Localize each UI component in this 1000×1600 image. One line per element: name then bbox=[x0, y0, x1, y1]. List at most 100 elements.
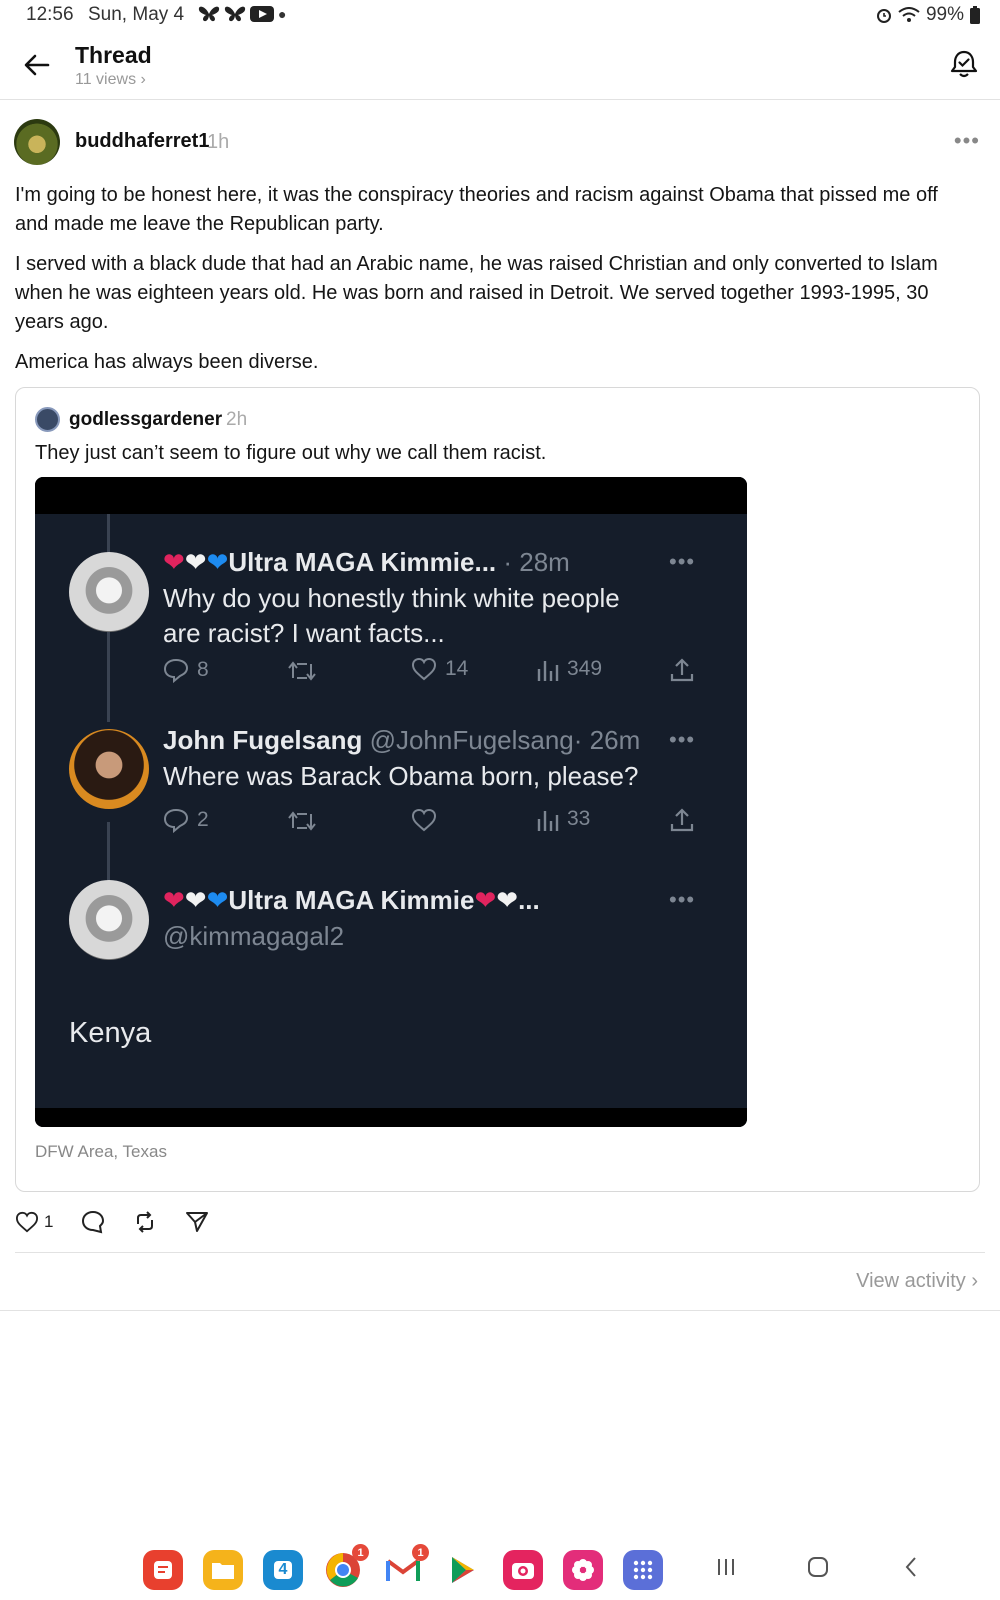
retweet-icon bbox=[288, 811, 316, 831]
reply-count: 2 bbox=[197, 808, 209, 831]
red-heart-icon: ❤ bbox=[474, 885, 497, 915]
more-notifications-dot-icon: ● bbox=[278, 6, 287, 22]
flower-icon bbox=[572, 1559, 594, 1581]
chevron-right-icon: › bbox=[140, 71, 146, 88]
comment-icon bbox=[82, 1210, 105, 1234]
status-time: 12:56 bbox=[26, 4, 74, 25]
notes-icon bbox=[154, 1561, 172, 1579]
chevron-right-icon: › bbox=[971, 1270, 978, 1292]
share-icon bbox=[670, 808, 694, 832]
post-paragraph: I served with a black dude that had an A… bbox=[15, 253, 938, 333]
like-count: 14 bbox=[445, 657, 469, 680]
view-count: 349 bbox=[567, 657, 603, 680]
tweet-header: ❤❤❤Ultra MAGA Kimmie❤❤... bbox=[163, 885, 540, 916]
quote-time: 2h bbox=[226, 409, 248, 430]
red-heart-icon: ❤ bbox=[163, 547, 185, 577]
app-icon-calendar[interactable]: 4 bbox=[263, 1550, 303, 1590]
tweet-views: 349 bbox=[537, 657, 602, 681]
repost-button[interactable] bbox=[133, 1210, 157, 1234]
back-arrow-icon[interactable] bbox=[22, 50, 52, 80]
app-icon-camera[interactable] bbox=[503, 1550, 543, 1590]
app-icon-chrome[interactable]: 1 bbox=[323, 1544, 369, 1590]
views-bar-icon bbox=[537, 811, 559, 831]
white-heart-icon: ❤ bbox=[496, 885, 519, 915]
tweet-more-icon: ••• bbox=[669, 887, 696, 912]
post-username[interactable]: buddhaferret1 bbox=[75, 130, 209, 153]
notification-badge: 1 bbox=[352, 1544, 369, 1561]
android-nav-bar: 4 1 1 bbox=[0, 1544, 1000, 1595]
avatar[interactable] bbox=[14, 119, 60, 165]
white-heart-icon: ❤ bbox=[184, 885, 207, 915]
status-date: Sun, May 4 bbox=[88, 4, 185, 25]
app-drawer-button[interactable] bbox=[623, 1550, 663, 1590]
status-right: 99% bbox=[876, 4, 980, 26]
reply-count: 8 bbox=[197, 658, 209, 681]
tweet-views: 33 bbox=[537, 807, 590, 831]
tweet-time: · 26m bbox=[573, 725, 641, 755]
notification-bell-icon[interactable] bbox=[948, 48, 980, 80]
share-button[interactable] bbox=[185, 1210, 209, 1234]
tweet-handle: @JohnFugelsang bbox=[369, 725, 574, 755]
views-link[interactable]: 11 views › bbox=[75, 71, 146, 89]
gmail-icon bbox=[386, 1559, 420, 1581]
thread-line bbox=[107, 632, 110, 722]
tweet-text: are racist? I want facts... bbox=[163, 618, 445, 648]
back-icon[interactable] bbox=[900, 1555, 924, 1579]
view-activity-label: View activity bbox=[856, 1270, 966, 1292]
blue-heart-icon: ❤ bbox=[206, 885, 229, 915]
youtube-icon bbox=[250, 6, 274, 22]
quote-text: They just can’t seem to figure out why w… bbox=[35, 442, 547, 464]
image-top-band bbox=[35, 477, 747, 514]
app-icon-notes[interactable] bbox=[143, 1550, 183, 1590]
tweet-text: Why do you honestly think white people bbox=[163, 583, 620, 613]
thread-line bbox=[107, 822, 110, 882]
alarm-icon bbox=[876, 9, 891, 23]
notification-badge: 1 bbox=[412, 1544, 429, 1561]
view-count: 33 bbox=[567, 807, 591, 830]
divider bbox=[15, 1252, 985, 1253]
thread-line bbox=[107, 514, 110, 554]
send-icon bbox=[186, 1212, 209, 1232]
post-paragraph: America has always been diverse. bbox=[15, 351, 319, 373]
play-store-icon bbox=[452, 1557, 474, 1583]
app-icon-play-store[interactable] bbox=[443, 1550, 483, 1590]
tweet-avatar bbox=[69, 880, 149, 960]
embedded-screenshot-image[interactable]: ❤❤❤Ultra MAGA Kimmie... · 28m ••• Why do… bbox=[35, 477, 747, 1127]
tweet-handle: @kimmagagal2 bbox=[163, 921, 345, 951]
quote-location: DFW Area, Texas bbox=[35, 1142, 167, 1161]
views-count: 11 views bbox=[75, 71, 137, 88]
home-icon[interactable] bbox=[806, 1555, 830, 1579]
battery-icon bbox=[970, 6, 980, 24]
post-actions: 1 bbox=[15, 1210, 237, 1234]
white-heart-icon: ❤ bbox=[184, 547, 207, 577]
blue-heart-icon: ❤ bbox=[206, 547, 229, 577]
more-options-icon[interactable]: ••• bbox=[954, 128, 980, 154]
butterfly-icon bbox=[224, 6, 246, 22]
like-count: 1 bbox=[44, 1212, 54, 1231]
repost-icon bbox=[137, 1211, 154, 1233]
tweet-name: Ultra MAGA Kimmie... bbox=[228, 547, 497, 577]
tweet-name-ellipsis: ... bbox=[518, 885, 540, 915]
recents-icon[interactable] bbox=[714, 1555, 738, 1579]
app-icon-flower[interactable] bbox=[563, 1550, 603, 1590]
view-activity-link[interactable]: View activity › bbox=[856, 1270, 978, 1293]
tweet-text: Where was Barack Obama born, please? bbox=[163, 761, 639, 791]
reply-icon bbox=[163, 658, 189, 683]
reply-button[interactable] bbox=[81, 1210, 105, 1234]
tweet-replies: 8 bbox=[163, 657, 209, 683]
tweet-avatar bbox=[69, 729, 149, 809]
tweet-avatar bbox=[69, 552, 149, 632]
tweet-likes: 14 bbox=[411, 657, 468, 681]
quote-username[interactable]: godlessgardener bbox=[69, 409, 222, 431]
app-icon-gmail[interactable]: 1 bbox=[383, 1544, 429, 1590]
reply-icon bbox=[163, 808, 189, 833]
tweet-more-icon: ••• bbox=[669, 727, 696, 752]
app-icon-files[interactable] bbox=[203, 1550, 243, 1590]
butterfly-icon bbox=[198, 6, 220, 22]
share-icon bbox=[670, 658, 694, 682]
quote-avatar[interactable] bbox=[35, 407, 60, 432]
like-button[interactable]: 1 bbox=[15, 1211, 53, 1233]
heart-outline-icon bbox=[411, 808, 437, 832]
tweet-more-icon: ••• bbox=[669, 549, 696, 574]
post-paragraph: I'm going to be honest here, it was the … bbox=[15, 184, 938, 235]
